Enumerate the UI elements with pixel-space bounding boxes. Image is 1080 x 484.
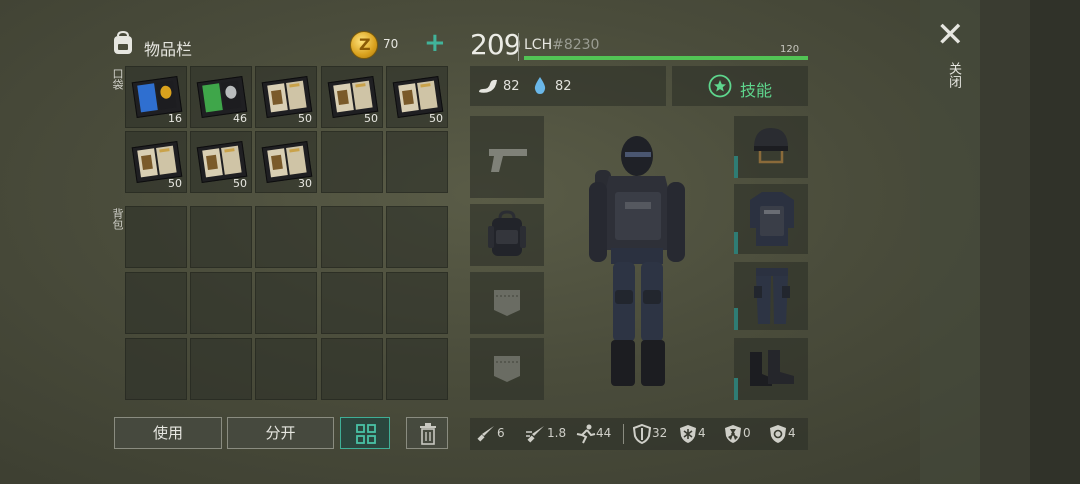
attack-speed-icon	[526, 426, 544, 443]
sort-grid-button[interactable]	[340, 417, 390, 449]
close-label: 关闭	[946, 62, 961, 88]
weapon-slot[interactable]	[470, 116, 544, 198]
backpack-slot[interactable]	[321, 338, 383, 400]
item-quantity: 50	[298, 112, 312, 125]
trash-button[interactable]	[406, 417, 448, 449]
water-drop-icon	[534, 77, 546, 94]
backpack-slot[interactable]	[386, 272, 448, 334]
backpack-slot[interactable]	[190, 272, 252, 334]
body-armor-slot[interactable]	[734, 184, 808, 254]
attack-speed-value: 1.8	[547, 426, 567, 440]
tactical-pants-icon	[754, 268, 790, 324]
bio-resist-value: 4	[788, 426, 796, 440]
player-level: 209	[470, 28, 521, 61]
backpack-slot[interactable]	[190, 338, 252, 400]
pocket-slot-4[interactable]: 50	[321, 66, 383, 128]
backpack-slot[interactable]	[321, 272, 383, 334]
pocket-equip-slot[interactable]	[470, 272, 544, 334]
pocket-label: 口袋	[111, 68, 124, 90]
pocket-slot-9[interactable]	[321, 131, 383, 193]
backpack-slot[interactable]	[125, 206, 187, 268]
backpack-slot[interactable]	[125, 272, 187, 334]
backpack-slot[interactable]	[190, 206, 252, 268]
item-quantity: 16	[168, 112, 182, 125]
police-vest-icon	[750, 192, 794, 246]
inventory-title: 物品栏	[144, 40, 193, 59]
pocket-slot-7[interactable]: 50	[190, 131, 252, 193]
pocket-slot-2[interactable]: 46	[190, 66, 252, 128]
backpack-slot[interactable]	[386, 338, 448, 400]
edge-strip-dark	[1030, 0, 1080, 484]
trash-icon	[420, 423, 436, 445]
boots-slot[interactable]	[734, 338, 808, 400]
backpack-slot[interactable]	[255, 206, 317, 268]
use-button[interactable]: 使用	[114, 417, 222, 449]
radiation-resist-icon	[725, 425, 741, 443]
pocket-slot-3[interactable]: 50	[255, 66, 317, 128]
skills-label: 技能	[740, 81, 773, 100]
combat-boots-icon	[750, 350, 794, 386]
durability-bar	[734, 308, 738, 330]
backpack-equip-slot[interactable]	[470, 204, 544, 266]
armor-shield-icon	[633, 424, 651, 444]
backpack-slot-icon	[488, 210, 526, 256]
player-name: LCH	[524, 37, 553, 53]
backpack-slot[interactable]	[125, 338, 187, 400]
durability-bar	[734, 378, 738, 400]
pocket-slot-5[interactable]: 50	[386, 66, 448, 128]
hp-max: 120	[780, 44, 800, 55]
bio-resist-icon	[770, 425, 786, 443]
backpack-slot[interactable]	[255, 272, 317, 334]
durability-bar	[734, 156, 738, 178]
edge-strip	[980, 0, 1030, 484]
backpack-slot[interactable]	[386, 206, 448, 268]
hunger-value: 82	[503, 79, 520, 94]
pocket-slot-icon	[494, 290, 520, 316]
pants-slot[interactable]	[734, 262, 808, 330]
backpack-label: 背包	[111, 208, 124, 230]
item-quantity: 30	[298, 177, 312, 190]
coin-amount: 70	[383, 37, 399, 51]
backpack-slot[interactable]	[321, 206, 383, 268]
close-button[interactable]: ✕	[936, 18, 965, 52]
player-id: #8230	[552, 37, 600, 53]
armor-value: 32	[652, 426, 668, 440]
character-model	[589, 136, 685, 386]
radiation-resist-value: 0	[743, 426, 751, 440]
player-name-tag: LCH#8230	[524, 37, 599, 53]
pistol-slot-icon	[489, 149, 527, 172]
backpack-icon	[114, 30, 132, 54]
thirst-value: 82	[555, 79, 572, 94]
cold-resist-icon	[680, 425, 696, 443]
pocket-slot-6[interactable]: 50	[125, 131, 187, 193]
pocket-slot-10[interactable]	[386, 131, 448, 193]
skill-star-icon	[708, 74, 732, 98]
item-quantity: 50	[364, 112, 378, 125]
grid-icon	[356, 424, 376, 444]
hp-bar-fill	[524, 56, 808, 60]
helmet-icon	[754, 128, 788, 164]
durability-bar	[734, 232, 738, 254]
item-quantity: 50	[429, 112, 443, 125]
divider	[518, 33, 519, 61]
backpack-slot[interactable]	[255, 338, 317, 400]
stomach-icon	[479, 79, 497, 93]
item-quantity: 50	[233, 177, 247, 190]
split-button[interactable]: 分开	[227, 417, 334, 449]
pocket-slot-1[interactable]: 16	[125, 66, 187, 128]
coin-icon: Z	[350, 31, 378, 59]
knife-icon	[477, 426, 494, 442]
helmet-slot[interactable]	[734, 116, 808, 178]
pocket-slot-8[interactable]: 30	[255, 131, 317, 193]
item-quantity: 50	[168, 177, 182, 190]
cold-resist-value: 4	[698, 426, 706, 440]
pocket-slot-icon	[494, 356, 520, 382]
pocket-equip-slot[interactable]	[470, 338, 544, 400]
melee-value: 6	[497, 426, 505, 440]
speed-value: 44	[596, 426, 612, 440]
running-icon	[576, 424, 596, 444]
add-coins-button[interactable]: +	[424, 30, 446, 56]
item-quantity: 46	[233, 112, 247, 125]
divider	[623, 424, 624, 444]
